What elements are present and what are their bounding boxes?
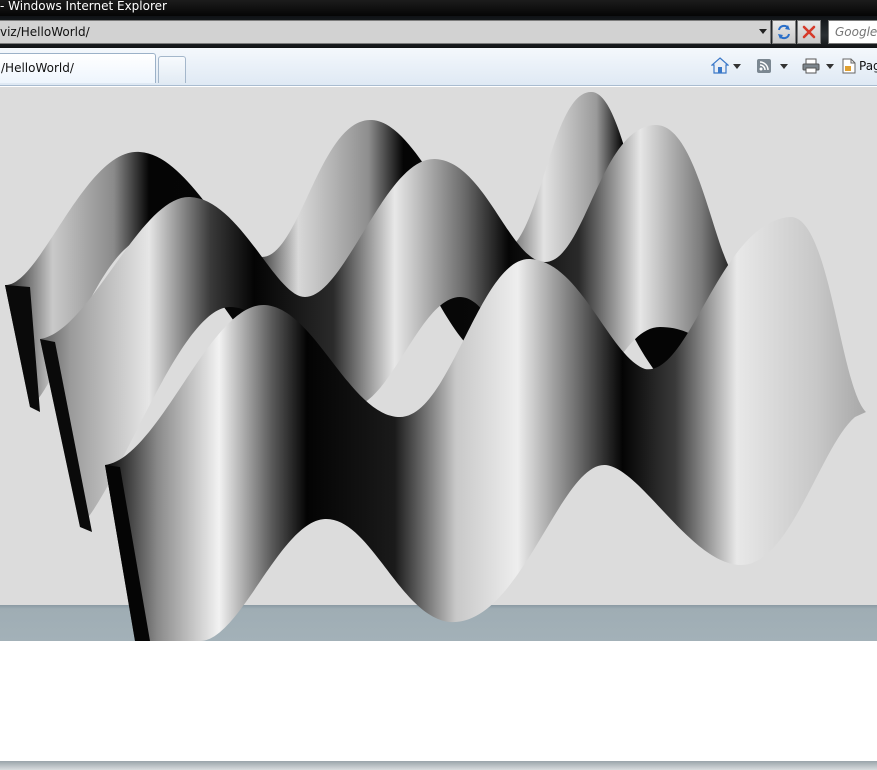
page-menu-button[interactable]: Page xyxy=(842,57,877,75)
status-bar xyxy=(0,761,877,770)
new-tab-button[interactable] xyxy=(158,56,186,83)
search-box[interactable] xyxy=(828,20,877,44)
home-button[interactable] xyxy=(711,57,741,75)
refresh-icon xyxy=(778,24,790,40)
page-icon xyxy=(842,58,856,74)
address-field[interactable]: viz/HelloWorld/ xyxy=(0,20,771,44)
printer-icon xyxy=(802,58,820,74)
window-title: - Windows Internet Explorer xyxy=(0,0,167,13)
address-toolbar: viz/HelloWorld/ xyxy=(0,16,877,48)
feeds-dropdown-icon[interactable] xyxy=(780,63,788,69)
feeds-button[interactable] xyxy=(756,57,788,75)
tab-label: /HelloWorld/ xyxy=(1,61,74,75)
title-bar: - Windows Internet Explorer xyxy=(0,0,877,16)
close-icon xyxy=(802,25,816,39)
print-button[interactable] xyxy=(802,57,834,75)
page-menu-label: Page xyxy=(859,59,877,73)
address-url[interactable]: viz/HelloWorld/ xyxy=(0,21,90,43)
rss-feed-icon xyxy=(757,59,771,73)
tab-helloworld[interactable]: /HelloWorld/ xyxy=(0,53,156,83)
stop-button[interactable] xyxy=(797,20,821,44)
chevron-down-icon[interactable] xyxy=(759,29,767,34)
search-input[interactable] xyxy=(829,21,877,43)
print-dropdown-icon[interactable] xyxy=(826,63,834,69)
home-dropdown-icon[interactable] xyxy=(733,63,741,69)
wave-surface-render xyxy=(5,91,866,641)
page-blank-area xyxy=(0,641,877,761)
tab-bar: /HelloWorld/ Page xyxy=(0,48,877,86)
home-icon xyxy=(711,57,729,74)
refresh-button[interactable] xyxy=(772,20,796,44)
